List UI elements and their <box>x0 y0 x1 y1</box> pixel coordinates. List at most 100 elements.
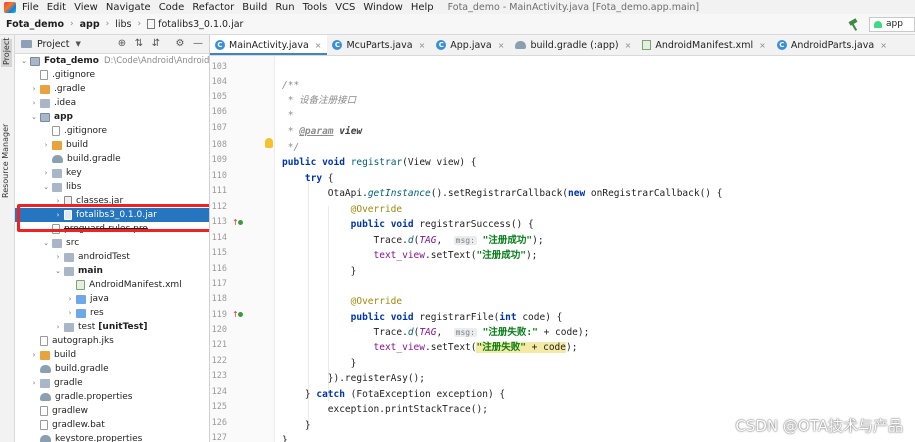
chevron-right-icon[interactable]: › <box>29 85 39 93</box>
chevron-down-icon[interactable]: ⌄ <box>29 113 39 121</box>
chevron-right-icon[interactable]: › <box>53 197 63 205</box>
chevron-right-icon[interactable]: › <box>53 253 63 261</box>
tree-item-gradlew[interactable]: › gradlew <box>15 404 209 418</box>
chevron-right-icon[interactable]: › <box>65 309 75 317</box>
project-path: D:\Code\Android\AndroidSt <box>103 56 209 66</box>
breadcrumb-file[interactable]: fotalibs3_0.1.0.jar <box>158 19 243 30</box>
tree-item-proguard[interactable]: › proguard-rules.pro <box>15 222 209 236</box>
tree-item-app[interactable]: ⌄ app <box>15 110 209 124</box>
line-number: 121 <box>211 340 227 350</box>
tree-item-test[interactable]: › test [unitTest] <box>15 320 209 334</box>
tab-mcuparts[interactable]: C McuParts.java × <box>327 35 431 55</box>
locate-file-icon[interactable]: ⊕ <box>117 39 127 49</box>
menu-file[interactable]: File <box>22 2 39 13</box>
expand-all-icon[interactable]: ⇅ <box>134 39 144 49</box>
chevron-down-icon[interactable]: ⌄ <box>53 267 63 275</box>
tree-item-app-build[interactable]: › build <box>15 138 209 152</box>
chevron-right-icon[interactable]: › <box>29 379 39 387</box>
tree-item-classes-jar[interactable]: › classes.jar <box>15 194 209 208</box>
tree-item-libs[interactable]: ⌄ libs <box>15 180 209 194</box>
resource-manager-tool-tab[interactable]: Resource Manager <box>1 124 10 198</box>
breadcrumb-project[interactable]: Fota_demo <box>6 19 64 30</box>
breadcrumb-folder[interactable]: libs <box>115 19 131 30</box>
tree-item-build[interactable]: › build <box>15 348 209 362</box>
tree-item-autograph[interactable]: › autograph.jks <box>15 334 209 348</box>
tree-item-gitignore[interactable]: › .gitignore <box>15 68 209 82</box>
close-icon[interactable]: × <box>880 41 887 50</box>
tree-item-label: libs <box>66 182 82 192</box>
line-number: 107 <box>211 123 227 133</box>
chevron-right-icon[interactable]: › <box>29 99 39 107</box>
menu-vcs[interactable]: VCS <box>335 2 355 13</box>
chevron-down-icon[interactable]: ▼ <box>76 40 81 48</box>
gear-icon[interactable]: ⚙ <box>175 39 185 49</box>
close-icon[interactable]: × <box>759 41 766 50</box>
tree-item-src[interactable]: ⌄ src <box>15 236 209 250</box>
chevron-right-icon[interactable]: › <box>41 169 51 177</box>
menu-refactor[interactable]: Refactor <box>192 2 234 13</box>
tree-item-main[interactable]: ⌄ main <box>15 264 209 278</box>
tree-item-app-build-gradle[interactable]: › build.gradle <box>15 152 209 166</box>
close-icon[interactable]: × <box>498 41 505 50</box>
menu-navigate[interactable]: Navigate <box>106 2 151 13</box>
chevron-right-icon[interactable]: › <box>53 211 63 219</box>
tree-item-androidtest[interactable]: › androidTest <box>15 250 209 264</box>
chevron-down-icon[interactable]: ⌄ <box>19 57 29 65</box>
tab-build-gradle-app[interactable]: build.gradle (:app) × <box>510 35 637 55</box>
tree-item-label: proguard-rules.pro <box>64 224 148 234</box>
tree-item-keystore-properties[interactable]: › keystore.properties <box>15 432 209 442</box>
chevron-right-icon[interactable]: › <box>53 323 63 331</box>
tab-app[interactable]: C App.java × <box>431 35 510 55</box>
chevron-right-icon[interactable]: › <box>65 295 75 303</box>
menu-help[interactable]: Help <box>411 2 434 13</box>
close-icon[interactable]: × <box>625 41 632 50</box>
tree-item-app-gitignore[interactable]: › .gitignore <box>15 124 209 138</box>
tree-item-res[interactable]: › res <box>15 306 209 320</box>
chevron-right-icon[interactable]: › <box>29 351 39 359</box>
tree-item-key[interactable]: › key <box>15 166 209 180</box>
tab-androidparts[interactable]: C AndroidParts.java × <box>772 35 893 55</box>
tree-item-gradle-properties[interactable]: › gradle.properties <box>15 390 209 404</box>
override-marker-icon[interactable]: ↑ <box>232 311 243 319</box>
code-line-110: try { <box>304 173 334 184</box>
collapse-all-icon[interactable]: ⇵ <box>151 39 161 49</box>
project-view-selector[interactable]: Project <box>37 39 70 50</box>
tree-item-idea[interactable]: › .idea <box>15 96 209 110</box>
menu-view[interactable]: View <box>74 2 98 13</box>
tree-item-fotalibs-jar[interactable]: › fotalibs3_0.1.0.jar <box>15 208 209 222</box>
make-project-hammer-icon[interactable] <box>847 19 859 31</box>
line-number: 127 <box>211 433 227 442</box>
tree-item-java[interactable]: › java <box>15 292 209 306</box>
tab-label: build.gradle (:app) <box>530 39 619 51</box>
menu-tools[interactable]: Tools <box>303 2 328 13</box>
menu-code[interactable]: Code <box>159 2 185 13</box>
hide-panel-icon[interactable]: — <box>193 39 203 49</box>
tree-item-gradle-dir[interactable]: › .gradle <box>15 82 209 96</box>
chevron-right-icon[interactable]: › <box>41 141 51 149</box>
gradle-icon <box>40 393 51 401</box>
chevron-down-icon[interactable]: ⌄ <box>41 239 51 247</box>
override-marker-icon[interactable]: ↑ <box>232 219 243 227</box>
tab-mainactivity[interactable]: C MainActivity.java × <box>210 35 328 55</box>
run-configuration-select[interactable]: app <box>869 17 915 32</box>
tree-item-gradle[interactable]: › gradle <box>15 376 209 390</box>
lightbulb-icon[interactable] <box>265 138 273 148</box>
editor-gutter[interactable]: 103 104 105 106 107 108 109 110 111 112 … <box>210 56 275 442</box>
close-icon[interactable]: × <box>315 41 322 50</box>
menu-build[interactable]: Build <box>242 2 267 13</box>
menu-edit[interactable]: Edit <box>47 2 66 13</box>
breadcrumb-module[interactable]: app <box>80 19 100 30</box>
close-icon[interactable]: × <box>419 41 426 50</box>
chevron-down-icon[interactable]: ⌄ <box>41 183 51 191</box>
tree-item-gradlew-bat[interactable]: › gradlew.bat <box>15 418 209 432</box>
tree-item-manifest[interactable]: › AndroidManifest.xml <box>15 278 209 292</box>
menu-run[interactable]: Run <box>275 2 294 13</box>
project-tool-tab[interactable]: Project <box>1 38 12 67</box>
menu-window[interactable]: Window <box>363 2 402 13</box>
tree-item-label: src <box>66 238 80 248</box>
code-editor[interactable]: /** * 设备注册接口 * * @param view */ public v… <box>282 56 915 442</box>
tab-label: MainActivity.java <box>229 39 309 51</box>
tree-item-fota-demo[interactable]: ⌄ Fota_demo D:\Code\Android\AndroidSt <box>15 54 209 68</box>
tree-item-build-gradle[interactable]: › build.gradle <box>15 362 209 376</box>
tab-androidmanifest[interactable]: AndroidManifest.xml × <box>637 35 772 55</box>
